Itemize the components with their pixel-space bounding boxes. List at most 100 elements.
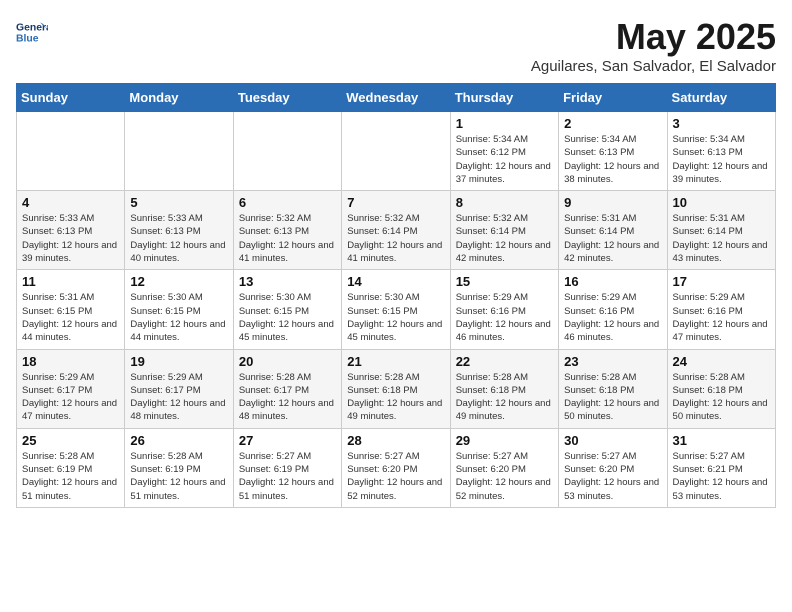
page-header: General Blue May 2025 Aguilares, San Sal… [16, 16, 776, 75]
day-info: Sunrise: 5:27 AM Sunset: 6:20 PM Dayligh… [456, 450, 553, 503]
calendar-cell: 19 Sunrise: 5:29 AM Sunset: 6:17 PM Dayli… [125, 349, 233, 428]
logo: General Blue [16, 16, 48, 48]
day-info: Sunrise: 5:28 AM Sunset: 6:18 PM Dayligh… [564, 371, 661, 424]
calendar-cell: 27Sunrise: 5:27 AM Sunset: 6:19 PM Dayli… [233, 428, 341, 507]
day-info: Sunrise: 5:34 AM Sunset: 6:12 PM Dayligh… [456, 133, 553, 186]
day-number: 12 [130, 274, 227, 289]
day-number: 20 [239, 354, 336, 369]
day-number: 13 [239, 274, 336, 289]
day-number: 18 [22, 354, 119, 369]
day-info: Sunrise: 5:29 AM Sunset: 6:17 PM Dayligh… [130, 371, 227, 424]
day-number: 25 [22, 433, 119, 448]
day-info: Sunrise: 5:28 AM Sunset: 6:17 PM Dayligh… [239, 371, 336, 424]
day-info: Sunrise: 5:32 AM Sunset: 6:13 PM Dayligh… [239, 212, 336, 265]
calendar-cell: 9 Sunrise: 5:31 AM Sunset: 6:14 PM Daylig… [559, 191, 667, 270]
calendar-cell: 28 Sunrise: 5:27 AM Sunset: 6:20 PM Dayli… [342, 428, 450, 507]
calendar-cell: 20 Sunrise: 5:28 AM Sunset: 6:17 PM Dayli… [233, 349, 341, 428]
day-info: Sunrise: 5:27 AM Sunset: 6:21 PM Dayligh… [673, 450, 770, 503]
calendar-week-row: 11Sunrise: 5:31 AM Sunset: 6:15 PM Dayli… [17, 270, 776, 349]
day-info: Sunrise: 5:28 AM Sunset: 6:19 PM Dayligh… [22, 450, 119, 503]
day-info: Sunrise: 5:28 AM Sunset: 6:18 PM Dayligh… [456, 371, 553, 424]
calendar-day-header: Saturday [667, 84, 775, 112]
day-number: 9 [564, 195, 661, 210]
day-number: 28 [347, 433, 444, 448]
day-number: 21 [347, 354, 444, 369]
calendar-header-row: SundayMondayTuesdayWednesdayThursdayFrid… [17, 84, 776, 112]
day-number: 22 [456, 354, 553, 369]
day-number: 5 [130, 195, 227, 210]
calendar-day-header: Wednesday [342, 84, 450, 112]
calendar-day-header: Sunday [17, 84, 125, 112]
day-number: 4 [22, 195, 119, 210]
day-info: Sunrise: 5:30 AM Sunset: 6:15 PM Dayligh… [130, 291, 227, 344]
calendar-cell: 12 Sunrise: 5:30 AM Sunset: 6:15 PM Dayli… [125, 270, 233, 349]
calendar-cell: 14 Sunrise: 5:30 AM Sunset: 6:15 PM Dayli… [342, 270, 450, 349]
calendar-cell: 31 Sunrise: 5:27 AM Sunset: 6:21 PM Dayli… [667, 428, 775, 507]
day-number: 19 [130, 354, 227, 369]
calendar-cell [342, 112, 450, 191]
calendar-cell: 6Sunrise: 5:32 AM Sunset: 6:13 PM Daylig… [233, 191, 341, 270]
day-info: Sunrise: 5:31 AM Sunset: 6:14 PM Dayligh… [564, 212, 661, 265]
day-number: 31 [673, 433, 770, 448]
day-number: 3 [673, 116, 770, 131]
day-info: Sunrise: 5:29 AM Sunset: 6:16 PM Dayligh… [564, 291, 661, 344]
day-info: Sunrise: 5:27 AM Sunset: 6:20 PM Dayligh… [347, 450, 444, 503]
day-number: 14 [347, 274, 444, 289]
day-number: 16 [564, 274, 661, 289]
day-number: 15 [456, 274, 553, 289]
calendar-cell: 30 Sunrise: 5:27 AM Sunset: 6:20 PM Dayli… [559, 428, 667, 507]
calendar-cell: 15 Sunrise: 5:29 AM Sunset: 6:16 PM Dayli… [450, 270, 558, 349]
calendar-cell: 5 Sunrise: 5:33 AM Sunset: 6:13 PM Daylig… [125, 191, 233, 270]
day-info: Sunrise: 5:27 AM Sunset: 6:20 PM Dayligh… [564, 450, 661, 503]
logo-icon: General Blue [16, 16, 48, 48]
day-info: Sunrise: 5:32 AM Sunset: 6:14 PM Dayligh… [456, 212, 553, 265]
day-info: Sunrise: 5:32 AM Sunset: 6:14 PM Dayligh… [347, 212, 444, 265]
calendar-cell: 8 Sunrise: 5:32 AM Sunset: 6:14 PM Daylig… [450, 191, 558, 270]
calendar-cell: 10Sunrise: 5:31 AM Sunset: 6:14 PM Dayli… [667, 191, 775, 270]
day-number: 30 [564, 433, 661, 448]
calendar-day-header: Tuesday [233, 84, 341, 112]
day-number: 8 [456, 195, 553, 210]
day-number: 1 [456, 116, 553, 131]
day-info: Sunrise: 5:33 AM Sunset: 6:13 PM Dayligh… [22, 212, 119, 265]
day-number: 11 [22, 274, 119, 289]
calendar-cell: 23 Sunrise: 5:28 AM Sunset: 6:18 PM Dayli… [559, 349, 667, 428]
calendar-cell [17, 112, 125, 191]
calendar-cell: 24 Sunrise: 5:28 AM Sunset: 6:18 PM Dayli… [667, 349, 775, 428]
calendar-cell: 1 Sunrise: 5:34 AM Sunset: 6:12 PM Daylig… [450, 112, 558, 191]
calendar-cell: 29 Sunrise: 5:27 AM Sunset: 6:20 PM Dayli… [450, 428, 558, 507]
calendar-week-row: 4 Sunrise: 5:33 AM Sunset: 6:13 PM Daylig… [17, 191, 776, 270]
calendar-cell: 7 Sunrise: 5:32 AM Sunset: 6:14 PM Daylig… [342, 191, 450, 270]
day-number: 26 [130, 433, 227, 448]
calendar-cell: 16 Sunrise: 5:29 AM Sunset: 6:16 PM Dayli… [559, 270, 667, 349]
calendar-cell: 4 Sunrise: 5:33 AM Sunset: 6:13 PM Daylig… [17, 191, 125, 270]
day-number: 7 [347, 195, 444, 210]
calendar-week-row: 1 Sunrise: 5:34 AM Sunset: 6:12 PM Daylig… [17, 112, 776, 191]
day-number: 23 [564, 354, 661, 369]
location-subtitle: Aguilares, San Salvador, El Salvador [531, 58, 776, 75]
calendar-cell: 11Sunrise: 5:31 AM Sunset: 6:15 PM Dayli… [17, 270, 125, 349]
calendar-cell: 26Sunrise: 5:28 AM Sunset: 6:19 PM Dayli… [125, 428, 233, 507]
calendar-cell: 18Sunrise: 5:29 AM Sunset: 6:17 PM Dayli… [17, 349, 125, 428]
day-number: 29 [456, 433, 553, 448]
month-title: May 2025 [531, 16, 776, 58]
day-number: 24 [673, 354, 770, 369]
day-info: Sunrise: 5:29 AM Sunset: 6:16 PM Dayligh… [673, 291, 770, 344]
day-info: Sunrise: 5:28 AM Sunset: 6:18 PM Dayligh… [673, 371, 770, 424]
calendar-cell: 25 Sunrise: 5:28 AM Sunset: 6:19 PM Dayli… [17, 428, 125, 507]
day-number: 2 [564, 116, 661, 131]
calendar-day-header: Thursday [450, 84, 558, 112]
day-info: Sunrise: 5:34 AM Sunset: 6:13 PM Dayligh… [564, 133, 661, 186]
calendar-day-header: Monday [125, 84, 233, 112]
calendar-cell: 3Sunrise: 5:34 AM Sunset: 6:13 PM Daylig… [667, 112, 775, 191]
day-info: Sunrise: 5:30 AM Sunset: 6:15 PM Dayligh… [347, 291, 444, 344]
day-info: Sunrise: 5:29 AM Sunset: 6:16 PM Dayligh… [456, 291, 553, 344]
calendar-cell: 13 Sunrise: 5:30 AM Sunset: 6:15 PM Dayli… [233, 270, 341, 349]
day-number: 17 [673, 274, 770, 289]
calendar-day-header: Friday [559, 84, 667, 112]
svg-text:Blue: Blue [16, 34, 39, 45]
day-info: Sunrise: 5:27 AM Sunset: 6:19 PM Dayligh… [239, 450, 336, 503]
day-info: Sunrise: 5:33 AM Sunset: 6:13 PM Dayligh… [130, 212, 227, 265]
day-info: Sunrise: 5:30 AM Sunset: 6:15 PM Dayligh… [239, 291, 336, 344]
day-info: Sunrise: 5:31 AM Sunset: 6:14 PM Dayligh… [673, 212, 770, 265]
